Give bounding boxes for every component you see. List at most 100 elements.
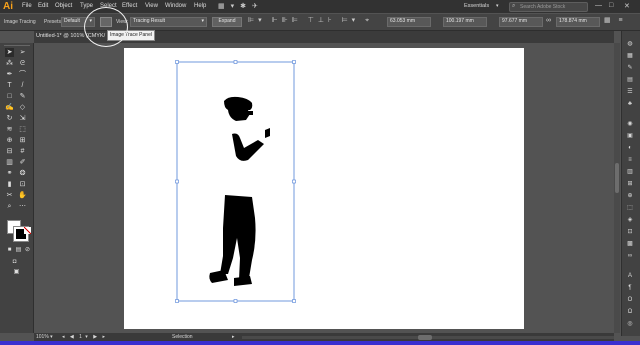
transparency-panel-icon[interactable]: ◐ [624, 144, 636, 152]
gradient-mode-icon[interactable]: ▤ [14, 246, 23, 255]
character-panel-icon[interactable]: A [624, 272, 636, 280]
y-field[interactable]: 100.197 mm [443, 17, 487, 27]
menu-file[interactable]: File [22, 3, 32, 9]
type-tool-icon[interactable]: T [5, 81, 14, 90]
mesh-tool-icon[interactable]: # [18, 147, 27, 156]
align-panel-icon[interactable]: ⊞ [624, 180, 636, 188]
blend-tool-icon[interactable]: ⚭ [5, 169, 14, 178]
menu-window[interactable]: Window [165, 3, 186, 9]
artboard-tool-icon[interactable]: ⊡ [18, 180, 27, 189]
more-tools-icon[interactable]: ⋯ [18, 202, 27, 211]
rotate-tool-icon[interactable]: ↻ [5, 114, 14, 123]
handle-middle-left[interactable] [175, 179, 179, 184]
pen-tool-icon[interactable]: ✒ [5, 70, 14, 79]
appearance-panel-icon[interactable]: ◉ [624, 120, 636, 128]
curvature-tool-icon[interactable]: ⌒ [18, 70, 27, 79]
none-swatch[interactable] [24, 227, 31, 234]
selection-bounding-box[interactable] [175, 60, 296, 303]
handle-bottom-left[interactable] [175, 299, 179, 303]
shape-builder-icon[interactable]: ⊕ [5, 136, 14, 145]
zoom-select[interactable]: 101% ▾ [36, 334, 56, 340]
scrollbar-thumb[interactable] [615, 163, 619, 193]
gradient-tool-icon[interactable]: ▥ [5, 158, 14, 167]
links-panel-icon[interactable]: ∞ [624, 252, 636, 260]
brushes-panel-icon[interactable]: ✎ [624, 64, 636, 72]
scale-tool-icon[interactable]: ⇲ [18, 114, 27, 123]
swatches-panel-icon[interactable]: ▦ [624, 52, 636, 60]
glyphs-panel-icon[interactable]: Ω [624, 308, 636, 316]
handle-bottom-right[interactable] [292, 299, 296, 303]
properties-panel-icon[interactable]: ☰ [624, 88, 636, 96]
close-icon[interactable]: ✕ [624, 2, 630, 10]
status-arrow-icon[interactable]: ▸ [232, 334, 235, 340]
align-icons[interactable]: ⊫▾ ⊩⊪⊫ ⊤⊥⊦ ⊨▾ ⌖ [248, 16, 388, 26]
eraser-icon[interactable]: ◇ [18, 103, 27, 112]
free-transform-icon[interactable]: ⬚ [18, 125, 27, 134]
color-panel-icon[interactable]: ◍ [624, 40, 636, 48]
graphic-styles-icon[interactable]: ▣ [624, 132, 636, 140]
stroke-panel-icon[interactable]: ≡ [624, 156, 636, 164]
handle-middle-right[interactable] [292, 179, 296, 184]
magic-wand-icon[interactable]: ⁂ [5, 59, 14, 68]
pathfinder-panel-icon[interactable]: ⊕ [624, 192, 636, 200]
transform-panel-icon[interactable]: ⬚ [624, 204, 636, 212]
handle-bottom-middle[interactable] [233, 299, 238, 303]
live-paint-icon[interactable]: ⊞ [18, 136, 27, 145]
paintbrush-icon[interactable]: ✎ [18, 92, 27, 101]
navigator-panel-icon[interactable]: ◎ [624, 320, 636, 328]
height-field[interactable]: 178.874 mm [556, 17, 600, 27]
minimize-icon[interactable]: — [595, 2, 602, 9]
bridge-icons[interactable]: ▦▾✱✈ [218, 2, 274, 11]
handle-top-middle[interactable] [233, 60, 238, 64]
warp-tool-icon[interactable]: ≋ [5, 125, 14, 134]
handle-top-right[interactable] [292, 60, 296, 64]
width-field[interactable]: 97.677 mm [499, 17, 543, 27]
direct-selection-tool-icon[interactable]: ➢ [18, 48, 27, 57]
symbols-panel-icon[interactable]: ♣ [624, 100, 636, 108]
x-field[interactable]: 63.053 mm [387, 17, 431, 27]
screen-mode-icon[interactable]: ▣ [12, 268, 21, 277]
menu-edit[interactable]: Edit [38, 3, 48, 9]
menu-object[interactable]: Object [55, 3, 72, 9]
horizontal-scrollbar-thumb[interactable] [418, 335, 432, 340]
lasso-icon[interactable]: ᘓ [18, 59, 27, 68]
artboard-navigation[interactable]: ◂ ◀ 1 ▾ ▶ ▸ [62, 334, 112, 340]
none-mode-icon[interactable]: ⊘ [23, 246, 32, 255]
slice-tool-icon[interactable]: ✂ [5, 191, 14, 200]
perspective-grid-icon[interactable]: ⊟ [5, 147, 14, 156]
view-select[interactable]: Tracing Result ▾ [130, 17, 207, 27]
menu-type[interactable]: Type [80, 3, 93, 9]
gradient-panel-icon[interactable]: ▥ [624, 168, 636, 176]
artboards-panel-icon[interactable]: ⊡ [624, 228, 636, 236]
layers-panel-icon[interactable]: ◈ [624, 216, 636, 224]
opentype-panel-icon[interactable]: O [624, 296, 636, 304]
image-trace-icon[interactable]: ▩ [624, 240, 636, 248]
menu-help[interactable]: Help [194, 3, 206, 9]
menu-effect[interactable]: Effect [122, 3, 137, 9]
eyedropper-icon[interactable]: ✐ [18, 158, 27, 167]
line-tool-icon[interactable]: / [18, 81, 27, 90]
link-icon[interactable]: ∞ [546, 17, 551, 24]
traced-figure[interactable] [209, 96, 270, 286]
libraries-panel-icon[interactable]: ▤ [624, 76, 636, 84]
maximize-icon[interactable]: □ [609, 2, 613, 9]
rectangle-tool-icon[interactable]: □ [5, 92, 14, 101]
selection-tool-icon[interactable]: ➤ [5, 48, 14, 57]
paragraph-panel-icon[interactable]: ¶ [624, 284, 636, 292]
shaper-tool-icon[interactable]: ✍ [5, 103, 14, 112]
handle-top-left[interactable] [175, 60, 179, 64]
draw-mode-icon[interactable]: ◘ [10, 258, 19, 267]
panel-icons[interactable]: ▦ ≡ [604, 16, 638, 26]
color-mode-icon[interactable]: ■ [5, 246, 14, 255]
menu-view[interactable]: View [145, 3, 158, 9]
hand-tool-icon[interactable]: ✋ [18, 191, 27, 200]
vertical-scrollbar[interactable] [614, 43, 620, 333]
zoom-tool-icon[interactable]: ⌕ [5, 202, 14, 211]
symbol-sprayer-icon[interactable]: ❂ [18, 169, 27, 178]
artwork-canvas[interactable] [124, 48, 524, 329]
column-graph-icon[interactable]: ▮ [5, 180, 14, 189]
stock-search-input[interactable]: Search Adobe Stock ⌕ [509, 2, 588, 12]
chevron-down-icon[interactable]: ▾ [496, 3, 499, 9]
workspace-switcher[interactable]: Essentials [464, 3, 489, 9]
expand-button[interactable]: Expand [212, 17, 242, 27]
